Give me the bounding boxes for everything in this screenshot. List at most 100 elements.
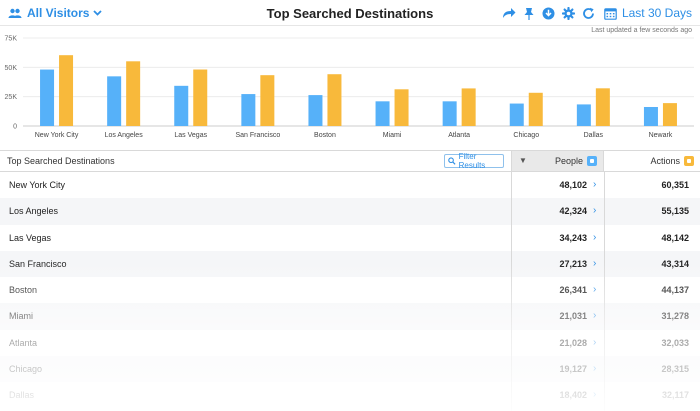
y-tick-label: 25K (5, 94, 18, 101)
people-value: 21,031 (559, 311, 587, 322)
calendar-icon (604, 7, 617, 20)
actions-bar[interactable] (461, 88, 476, 126)
x-tick-label: Atlanta (448, 132, 470, 139)
actions-legend-swatch (684, 156, 694, 166)
table-row[interactable]: Los Angeles 42,324 55,135 › (0, 198, 700, 225)
actions-bar[interactable] (126, 61, 141, 126)
destination-name: Chicago (9, 364, 43, 375)
destination-name: New York City (9, 180, 66, 190)
chevron-right-icon[interactable]: › (593, 232, 596, 243)
destination-name: San Francisco (9, 258, 67, 269)
date-range-selector[interactable]: Last 30 Days (604, 6, 692, 20)
actions-bar[interactable] (595, 88, 610, 126)
table-row[interactable]: Miami 21,031 31,278 › (0, 303, 700, 330)
actions-value: 31,278 (661, 311, 689, 322)
column-divider (604, 172, 605, 411)
toolbar: Last 30 Days (498, 4, 692, 22)
chevron-right-icon[interactable]: › (593, 205, 596, 216)
destination-name: Las Vegas (9, 232, 52, 243)
chevron-right-icon[interactable]: › (593, 337, 596, 348)
date-range-label: Last 30 Days (621, 6, 692, 20)
table-row[interactable]: San Francisco 27,213 43,314 › (0, 250, 700, 278)
destinations-table: Top Searched Destinations Filter Results… (0, 150, 700, 411)
x-tick-label: New York City (35, 132, 79, 139)
chevron-right-icon[interactable]: › (593, 389, 596, 400)
people-bar[interactable] (107, 76, 122, 126)
people-value: 42,324 (559, 206, 587, 217)
destination-name: Dallas (9, 390, 35, 401)
table-row[interactable]: Las Vegas 34,243 48,142 › (0, 225, 700, 251)
chevron-right-icon[interactable]: › (593, 363, 596, 374)
table-row[interactable]: Chicago 19,127 28,315 › (0, 356, 700, 383)
pin-button[interactable] (520, 4, 538, 22)
y-tick-label: 50K (5, 65, 18, 72)
people-bar[interactable] (509, 103, 524, 126)
actions-bar[interactable] (260, 75, 275, 126)
pin-icon (524, 7, 534, 20)
chevron-right-icon[interactable]: › (593, 258, 596, 269)
actions-bar[interactable] (327, 74, 342, 126)
sort-desc-icon[interactable]: ▼ (519, 156, 527, 165)
x-tick-label: San Francisco (235, 132, 280, 139)
table-row[interactable]: Boston 26,341 44,137 › (0, 277, 700, 303)
actions-value: 32,117 (661, 390, 689, 401)
people-value: 21,028 (559, 337, 587, 348)
x-tick-label: Boston (314, 132, 336, 139)
destination-name: Los Angeles (9, 206, 59, 217)
share-icon (502, 8, 516, 18)
people-value: 19,127 (559, 364, 587, 375)
y-tick-label: 0 (13, 124, 17, 131)
chevron-right-icon[interactable]: › (593, 284, 596, 295)
actions-bar[interactable] (394, 89, 409, 126)
chevron-right-icon[interactable]: › (593, 179, 596, 190)
table-row[interactable]: Dallas 18,402 32,117 › (0, 382, 700, 408)
actions-bar[interactable] (528, 92, 543, 126)
actions-value: 48,142 (661, 232, 689, 243)
people-bar[interactable] (40, 69, 55, 126)
actions-bar[interactable] (59, 55, 74, 127)
people-bar[interactable] (308, 95, 323, 126)
actions-header-label: Actions (650, 156, 680, 166)
search-icon (448, 157, 456, 165)
people-value: 18,402 (559, 390, 587, 401)
people-value: 34,243 (559, 232, 587, 243)
people-bar[interactable] (643, 106, 658, 126)
actions-bar[interactable] (193, 69, 208, 126)
table-body: New York City 48,102 60,351 › Los Angeles 42,… (0, 172, 700, 409)
table-row[interactable]: New York City 48,102 60,351 › (0, 172, 700, 198)
settings-button[interactable] (560, 4, 578, 22)
header-bar: All Visitors Top Searched Destinations L… (0, 0, 700, 26)
download-button[interactable] (540, 4, 558, 22)
actions-value: 43,314 (661, 258, 689, 269)
share-button[interactable] (500, 4, 518, 22)
actions-value: 44,137 (661, 285, 689, 296)
chevron-down-icon (93, 10, 103, 16)
chevron-right-icon[interactable]: › (593, 310, 596, 321)
filter-results-label: Filter Results (458, 152, 486, 170)
segment-selector[interactable]: All Visitors (8, 6, 103, 20)
actions-bar[interactable] (662, 103, 677, 126)
gear-icon (562, 6, 576, 20)
people-bar[interactable] (442, 101, 457, 126)
people-bar[interactable] (174, 85, 189, 126)
x-tick-label: Miami (383, 132, 402, 139)
actions-column-header[interactable]: Actions (604, 151, 700, 171)
actions-value: 55,135 (661, 206, 689, 217)
table-row[interactable]: Atlanta 21,028 32,033 › (0, 330, 700, 356)
actions-value: 60,351 (661, 180, 689, 190)
destination-name: Miami (9, 311, 33, 322)
people-bar[interactable] (576, 104, 591, 126)
x-tick-label: Los Angeles (105, 132, 144, 139)
people-column-header[interactable]: ▼ People (511, 151, 604, 171)
users-icon (8, 8, 22, 18)
people-value: 27,213 (559, 258, 587, 269)
people-legend-swatch (587, 156, 597, 166)
people-value: 26,341 (559, 285, 587, 296)
filter-results-button[interactable]: Filter Results (444, 152, 504, 170)
x-tick-label: Las Vegas (174, 132, 207, 139)
segment-label: All Visitors (27, 6, 90, 20)
people-bar[interactable] (375, 101, 390, 126)
refresh-button[interactable] (580, 4, 598, 22)
destination-name: Boston (9, 285, 38, 296)
people-bar[interactable] (241, 94, 256, 126)
